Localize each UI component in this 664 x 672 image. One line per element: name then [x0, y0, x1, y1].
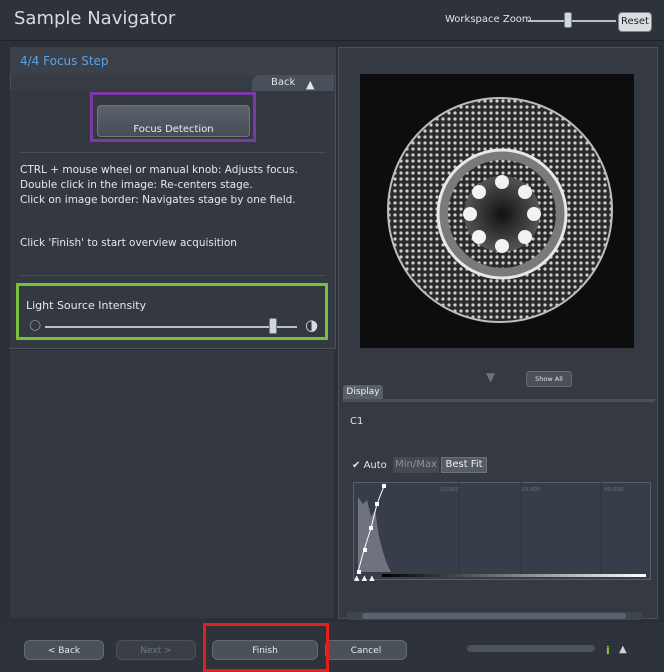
scrollbar-thumb[interactable] — [362, 613, 626, 619]
specimen-image[interactable] — [380, 92, 620, 332]
instruction-line: Double click in the image: Re-centers st… — [20, 179, 253, 191]
window-title: Sample Navigator — [14, 8, 176, 29]
tab-display[interactable]: Display — [343, 385, 383, 400]
channel-label: C1 — [350, 416, 364, 427]
back-tab-label[interactable]: Back — [271, 77, 295, 88]
step-title: 4/4 Focus Step — [20, 54, 109, 68]
bestfit-button[interactable]: Best Fit — [441, 457, 487, 473]
gradient-bar — [382, 574, 646, 577]
instruction-line: CTRL + mouse wheel or manual knob: Adjus… — [20, 164, 298, 176]
collapse-arrow-icon[interactable]: ▼ — [486, 370, 495, 384]
workspace-zoom-slider[interactable] — [528, 20, 616, 22]
reset-button[interactable]: Reset — [618, 12, 652, 32]
finish-hint: Click 'Finish' to start overview acquisi… — [20, 237, 237, 249]
progress-bar — [467, 645, 595, 652]
workspace-zoom-knob[interactable] — [564, 12, 572, 28]
instructions: CTRL + mouse wheel or manual knob: Adjus… — [20, 163, 330, 208]
left-lower-panel — [10, 350, 334, 618]
divider — [20, 275, 326, 276]
auto-label: Auto — [363, 460, 387, 471]
histogram-markers[interactable]: ▲ ▲ ▲ — [354, 574, 375, 582]
minmax-button[interactable]: Min/Max — [393, 457, 439, 473]
instruction-line: Click on image border: Navigates stage b… — [20, 194, 296, 206]
divider — [20, 152, 326, 153]
finish-highlight-box — [203, 623, 329, 672]
cancel-button[interactable]: Cancel — [325, 640, 407, 660]
light-highlight-box — [16, 283, 328, 340]
show-all-toggle[interactable]: Show All — [526, 371, 572, 387]
workspace-zoom-label: Workspace Zoom — [445, 14, 532, 25]
info-icon[interactable]: i — [606, 644, 610, 657]
tab-strip — [343, 399, 655, 402]
chevron-up-icon[interactable]: ▲ — [306, 78, 314, 91]
histogram-curve — [357, 482, 602, 574]
back-button[interactable]: < Back — [24, 640, 104, 660]
next-button[interactable]: Next > — [116, 640, 196, 660]
auto-checkbox[interactable]: ✔ Auto — [352, 460, 387, 471]
chevron-up-icon[interactable]: ▲ — [619, 644, 627, 655]
focus-highlight-box — [90, 92, 256, 142]
